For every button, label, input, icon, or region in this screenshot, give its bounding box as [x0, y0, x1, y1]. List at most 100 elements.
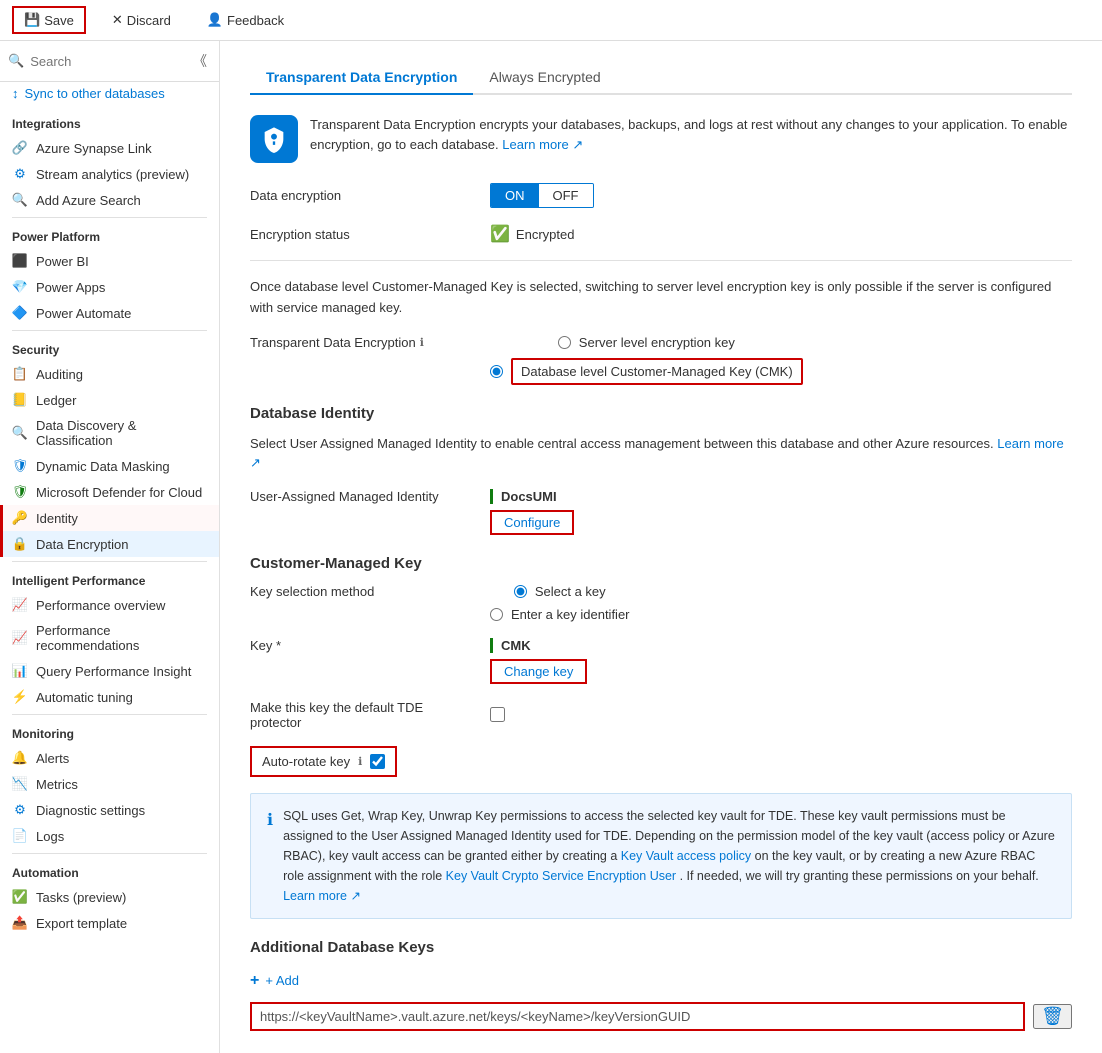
sidebar-item-performance-overview[interactable]: 📈 Performance overview — [0, 592, 219, 618]
radio-selected-box: Database level Customer-Managed Key (CMK… — [511, 358, 803, 385]
tab-always-encrypted[interactable]: Always Encrypted — [473, 61, 616, 95]
sidebar-item-performance-recommendations[interactable]: 📈 Performance recommendations — [0, 618, 219, 658]
toggle-off-button[interactable]: OFF — [539, 184, 593, 207]
sidebar-item-auditing[interactable]: 📋 Auditing — [0, 361, 219, 387]
make-default-tde-checkbox — [490, 707, 505, 722]
sync-icon: ↕ — [12, 86, 19, 101]
sidebar-item-export-template[interactable]: 📤 Export template — [0, 910, 219, 936]
sidebar-item-diagnostic-settings[interactable]: ⚙ Diagnostic settings — [0, 797, 219, 823]
key-selection-method-row: Key selection method Select a key Enter … — [250, 584, 1072, 622]
query-perf-icon: 📊 — [12, 663, 28, 679]
divider-1 — [250, 260, 1072, 261]
sidebar-item-alerts[interactable]: 🔔 Alerts — [0, 745, 219, 771]
managed-identity-label: User-Assigned Managed Identity — [250, 489, 470, 504]
tabs-bar: Transparent Data Encryption Always Encry… — [250, 61, 1072, 95]
encryption-status-row: Encryption status ✅ Encrypted — [250, 224, 1072, 244]
key-vault-crypto-link[interactable]: Key Vault Crypto Service Encryption User — [446, 869, 676, 883]
sidebar-item-tasks[interactable]: ✅ Tasks (preview) — [0, 884, 219, 910]
sidebar-item-stream-analytics[interactable]: ⚙ Stream analytics (preview) — [0, 161, 219, 187]
performance-overview-icon: 📈 — [12, 597, 28, 613]
sidebar-item-data-discovery[interactable]: 🔍 Data Discovery & Classification — [0, 413, 219, 453]
learn-more-link[interactable]: Learn more ↗ — [502, 137, 583, 152]
sidebar-item-azure-synapse-link[interactable]: 🔗 Azure Synapse Link — [0, 135, 219, 161]
make-default-tde-label: Make this key the default TDE protector — [250, 700, 470, 730]
sidebar-item-microsoft-defender[interactable]: 🛡 Microsoft Defender for Cloud — [0, 479, 219, 505]
radio-server-level-input[interactable] — [558, 336, 571, 349]
sidebar-item-query-performance[interactable]: 📊 Query Performance Insight — [0, 658, 219, 684]
data-encryption-label: Data encryption — [250, 188, 470, 203]
database-identity-header: Database Identity — [250, 405, 1072, 422]
sidebar-item-power-bi[interactable]: ⬛ Power BI — [0, 248, 219, 274]
toggle-group: ON OFF — [490, 183, 594, 208]
discard-button[interactable]: ✕ Discard — [102, 8, 181, 32]
make-default-tde-checkbox-input[interactable] — [490, 707, 505, 722]
data-encryption-row: Data encryption ON OFF — [250, 183, 1072, 208]
diagnostic-icon: ⚙ — [12, 802, 28, 818]
logs-icon: 📄 — [12, 828, 28, 844]
configure-button[interactable]: Configure — [490, 510, 574, 535]
tab-transparent-data-encryption[interactable]: Transparent Data Encryption — [250, 61, 473, 95]
radio-enter-identifier-input[interactable] — [490, 608, 503, 621]
encryption-banner-icon — [250, 115, 298, 163]
collapse-sidebar-button[interactable]: 《 — [189, 47, 211, 75]
url-input[interactable] — [250, 1002, 1025, 1031]
add-icon: + — [250, 972, 259, 990]
radio-server-level[interactable]: Server level encryption key — [558, 335, 735, 350]
sidebar-item-metrics[interactable]: 📉 Metrics — [0, 771, 219, 797]
alerts-icon: 🔔 — [12, 750, 28, 766]
toggle-on-button[interactable]: ON — [491, 184, 539, 207]
delete-icon: 🗑 — [1041, 1006, 1064, 1026]
tde-tooltip-icon: ℹ — [420, 336, 424, 349]
managed-identity-value-group: DocsUMI Configure — [490, 489, 574, 535]
sync-to-databases[interactable]: ↕ Sync to other databases — [0, 82, 219, 109]
key-value-group: CMK Change key — [490, 638, 587, 684]
sidebar-item-data-encryption[interactable]: 🔒 Data Encryption — [0, 531, 219, 557]
sidebar-item-power-apps[interactable]: 💎 Power Apps — [0, 274, 219, 300]
section-power-platform: Power Platform — [0, 222, 219, 248]
customer-managed-key-header: Customer-Managed Key — [250, 555, 1072, 572]
url-input-row: 🗑 — [250, 1002, 1072, 1031]
sidebar-item-logs[interactable]: 📄 Logs — [0, 823, 219, 849]
radio-select-key[interactable]: Select a key — [514, 584, 606, 599]
managed-identity-row: User-Assigned Managed Identity DocsUMI C… — [250, 489, 1072, 535]
delete-url-button[interactable]: 🗑 — [1033, 1004, 1072, 1029]
radio-database-level-input[interactable] — [490, 365, 503, 378]
main-layout: 🔍 《 ↕ Sync to other databases Integratio… — [0, 41, 1102, 1053]
key-selection-radio-group: Select a key Enter a key identifier — [490, 584, 630, 622]
auto-rotate-checkbox[interactable] — [370, 754, 385, 769]
tasks-icon: ✅ — [12, 889, 28, 905]
radio-enter-key-identifier[interactable]: Enter a key identifier — [490, 607, 630, 622]
radio-select-key-input[interactable] — [514, 585, 527, 598]
key-label: Key * — [250, 638, 470, 653]
sidebar-item-automatic-tuning[interactable]: ⚡ Automatic tuning — [0, 684, 219, 710]
power-apps-icon: 💎 — [12, 279, 28, 295]
stream-analytics-icon: ⚙ — [12, 166, 28, 182]
defender-icon: 🛡 — [12, 484, 28, 500]
section-automation: Automation — [0, 858, 219, 884]
section-integrations: Integrations — [0, 109, 219, 135]
section-monitoring: Monitoring — [0, 719, 219, 745]
save-button[interactable]: 💾 Save — [12, 6, 86, 34]
sidebar-item-ledger[interactable]: 📒 Ledger — [0, 387, 219, 413]
change-key-button[interactable]: Change key — [490, 659, 587, 684]
sidebar-item-identity[interactable]: 🔑 Identity — [0, 505, 219, 531]
sidebar-item-power-automate[interactable]: 🔷 Power Automate — [0, 300, 219, 326]
sidebar-item-add-azure-search[interactable]: 🔍 Add Azure Search — [0, 187, 219, 213]
tde-radio-group: Server level encryption key Database lev… — [490, 335, 803, 385]
learn-more-sql-link[interactable]: Learn more ↗ — [283, 889, 361, 903]
radio-database-level[interactable]: Database level Customer-Managed Key (CMK… — [490, 358, 803, 385]
ledger-icon: 📒 — [12, 392, 28, 408]
add-button[interactable]: + + Add — [250, 968, 299, 994]
sql-info-text: SQL uses Get, Wrap Key, Unwrap Key permi… — [283, 806, 1055, 906]
feedback-button[interactable]: 👤 Feedback — [197, 8, 294, 32]
auto-tuning-icon: ⚡ — [12, 689, 28, 705]
sidebar-item-dynamic-data-masking[interactable]: 🛡 Dynamic Data Masking — [0, 453, 219, 479]
key-selection-label: Key selection method — [250, 584, 470, 599]
search-input[interactable] — [30, 54, 185, 69]
data-encryption-toggle: ON OFF — [490, 183, 594, 208]
banner-text: Transparent Data Encryption encrypts you… — [310, 115, 1072, 154]
section-intelligent-performance: Intelligent Performance — [0, 566, 219, 592]
content-area: Transparent Data Encryption Always Encry… — [220, 41, 1102, 1053]
auto-rotate-tooltip-icon: ℹ — [358, 755, 362, 768]
key-vault-access-policy-link[interactable]: Key Vault access policy — [621, 849, 751, 863]
